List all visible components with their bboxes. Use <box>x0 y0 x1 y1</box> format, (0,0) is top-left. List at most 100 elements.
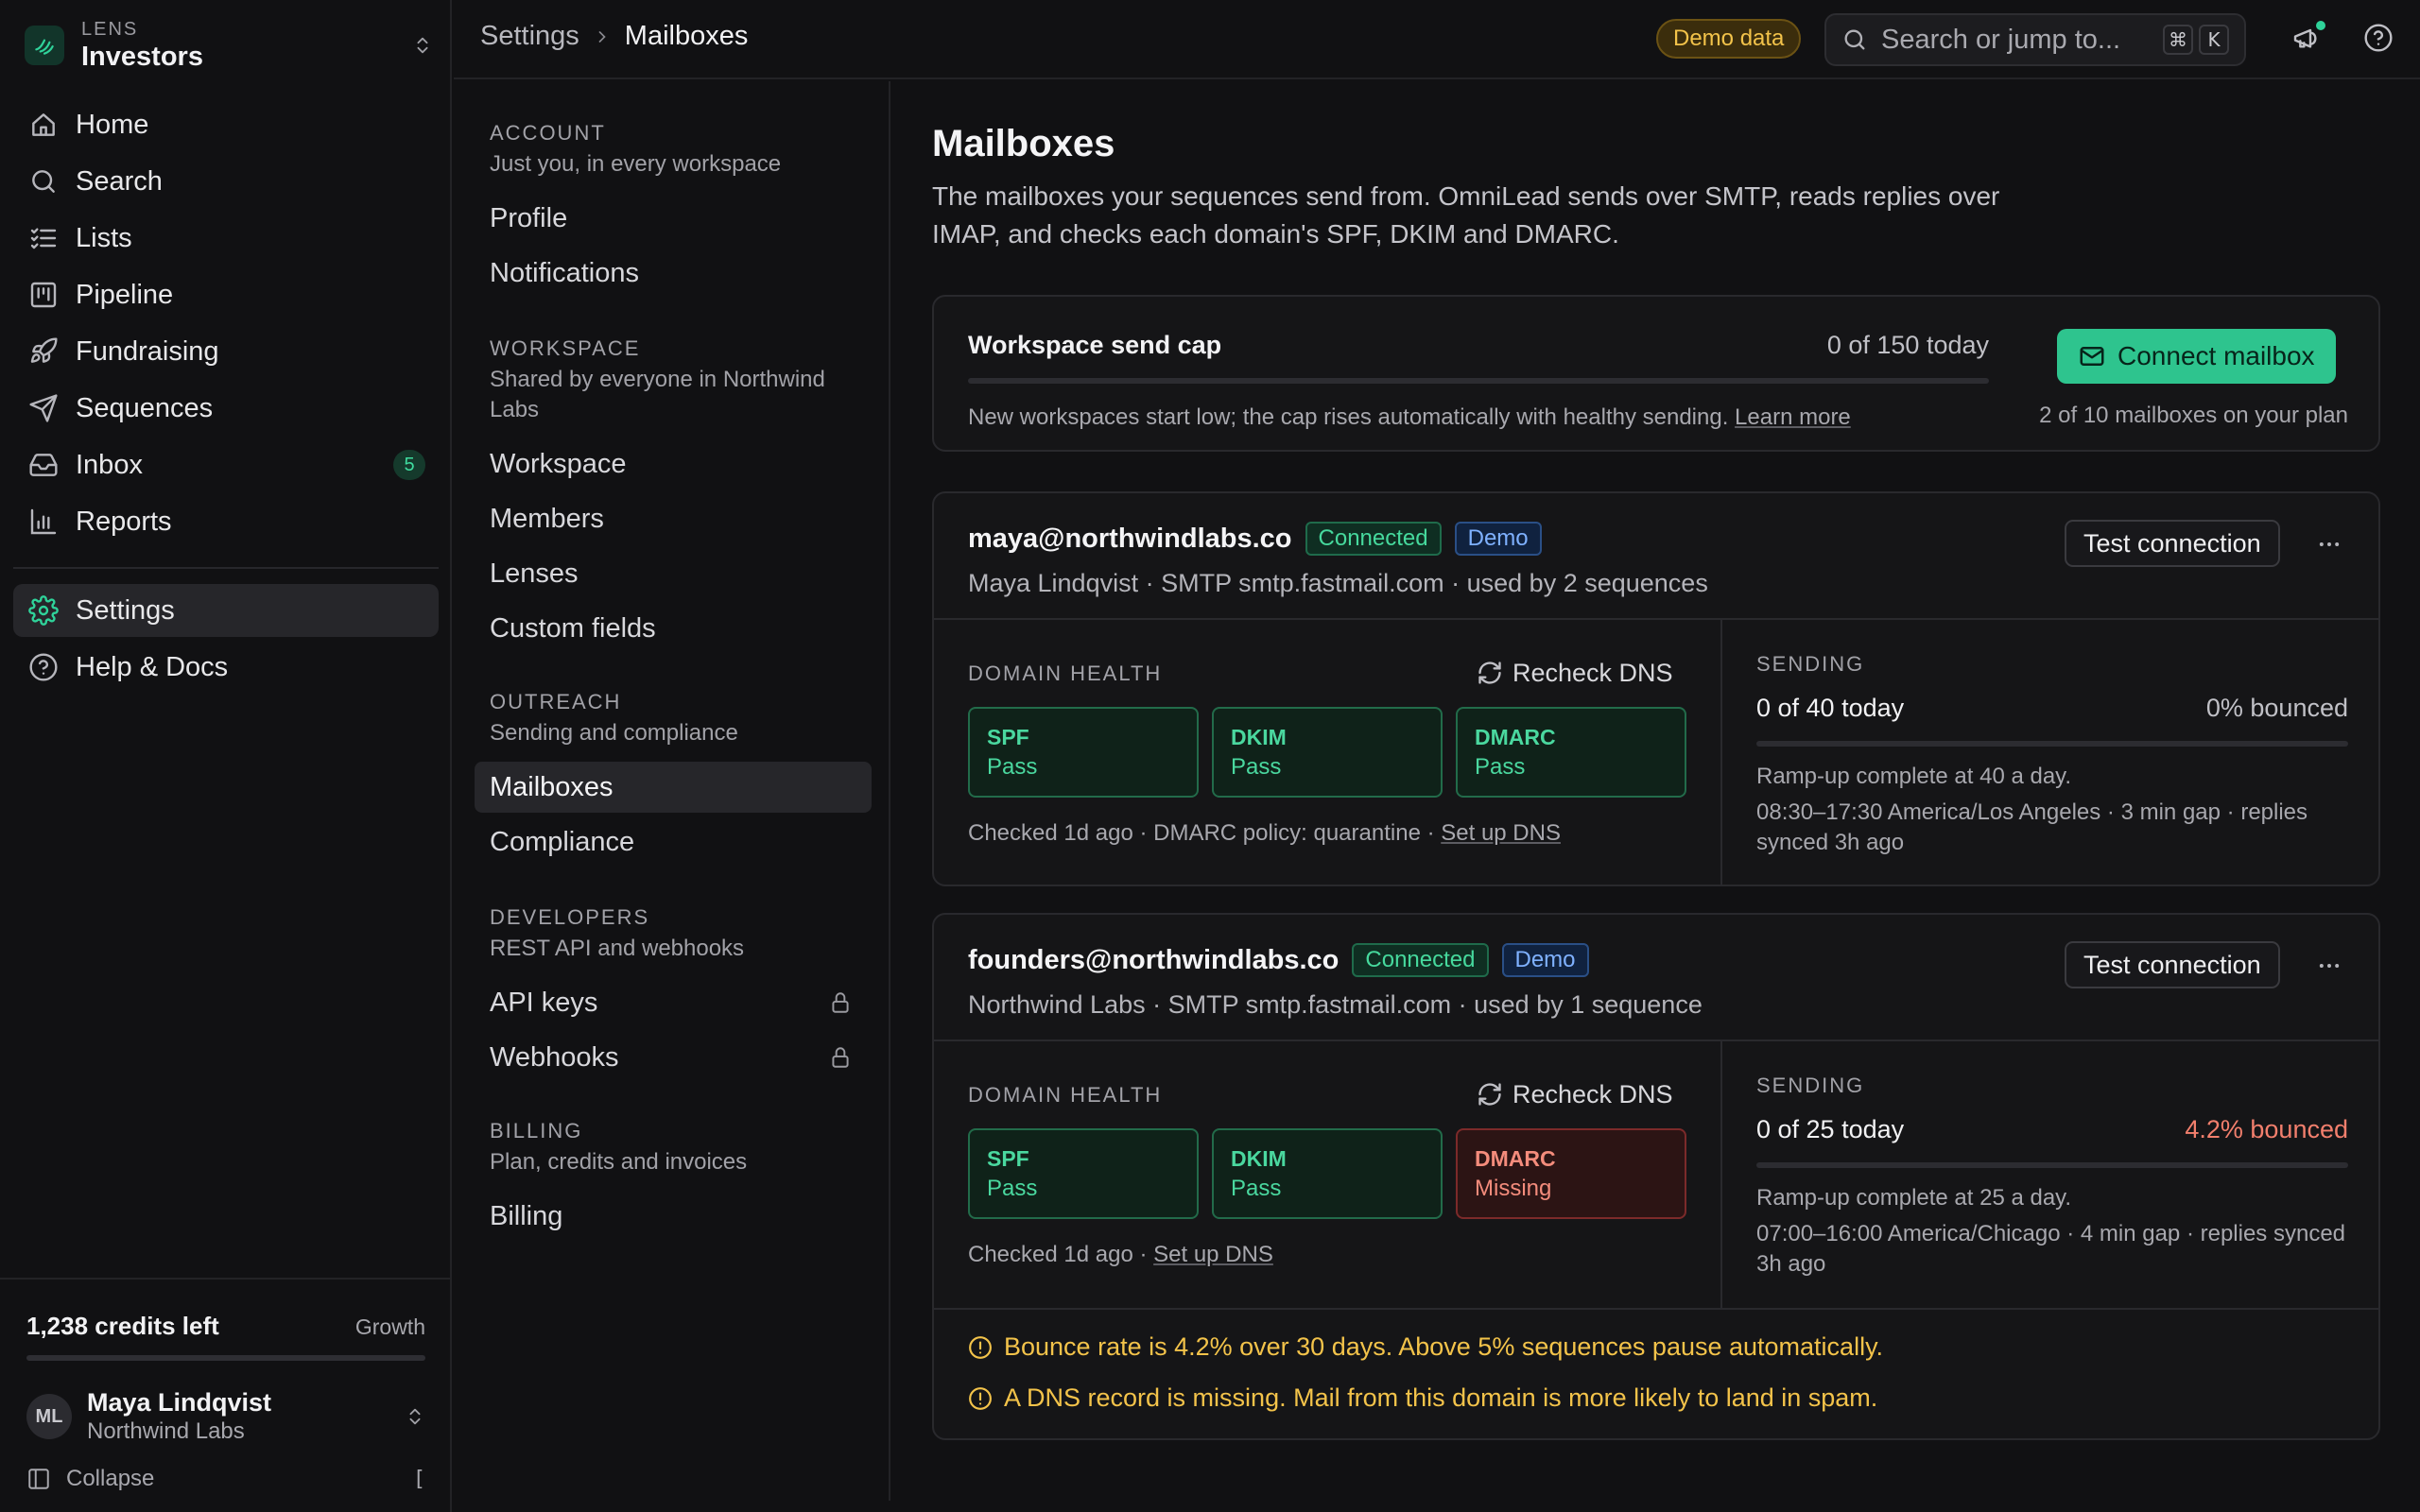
bounce-rate: 4.2% bounced <box>2185 1115 2348 1143</box>
dns-check-spf: SPF Pass <box>968 707 1199 798</box>
user-name: Maya Lindqvist <box>87 1388 272 1417</box>
dns-check-dmarc: DMARC Missing <box>1456 1128 1686 1219</box>
demo-badge: Demo <box>1454 522 1542 556</box>
chevron-up-down-icon <box>417 37 428 54</box>
nav-item-label: Help & Docs <box>76 651 229 682</box>
dns-record-status: Pass <box>987 1176 1038 1201</box>
nav-item-label: Search <box>76 165 163 197</box>
credits-progress-bar <box>26 1355 425 1361</box>
dns-record-status: Missing <box>1475 1176 1552 1201</box>
mailbox-body: DOMAIN HEALTH Recheck DNS SPF Pass DKIM … <box>934 1041 2378 1308</box>
recheck-dns-button[interactable]: Recheck DNS <box>1477 654 1673 692</box>
more-options-button[interactable] <box>2310 949 2348 983</box>
announcements-button[interactable] <box>2291 21 2325 57</box>
nav-item-label: Reports <box>76 506 172 537</box>
demo-badge: Demo <box>1501 943 1589 977</box>
settings-item-api-keys[interactable]: API keys <box>475 977 872 1028</box>
avatar: ML <box>26 1394 72 1439</box>
list-icon <box>30 228 57 249</box>
recheck-dns-label: Recheck DNS <box>1512 658 1673 687</box>
learn-more-link[interactable]: Learn more <box>1735 404 1851 430</box>
settings-group-sub: Plan, credits and invoices <box>490 1149 748 1175</box>
workspace-name: Investors <box>81 42 203 72</box>
workspace-switcher[interactable]: LENS Investors <box>25 13 433 77</box>
nav-item-sequences[interactable]: Sequences <box>13 382 439 435</box>
home-icon <box>32 113 55 136</box>
lens-logo-icon <box>25 26 64 65</box>
nav-item-label: Settings <box>76 594 175 626</box>
more-options-button[interactable] <box>2310 527 2348 561</box>
user-org: Northwind Labs <box>87 1418 245 1444</box>
settings-nav: ACCOUNT Just you, in every workspace Pro… <box>454 81 890 1501</box>
user-menu[interactable]: ML Maya Lindqvist Northwind Labs <box>26 1383 425 1450</box>
settings-group-account: ACCOUNT <box>490 121 606 145</box>
search-placeholder: Search or jump to... <box>1881 24 2121 55</box>
collapse-sidebar-button[interactable]: Collapse [ <box>26 1463 425 1495</box>
shortcut-key: ⌘ <box>2163 25 2193 55</box>
mailbox-header: maya@northwindlabs.co Connected Demo May… <box>934 493 2378 620</box>
settings-group-sub: REST API and webhooks <box>490 936 745 961</box>
settings-item-billing[interactable]: Billing <box>475 1191 872 1242</box>
settings-group-workspace: WORKSPACE <box>490 336 641 360</box>
settings-item-profile[interactable]: Profile <box>475 193 872 244</box>
search-icon <box>1844 29 1865 50</box>
settings-item-mailboxes[interactable]: Mailboxes <box>475 762 872 813</box>
nav-item-pipeline[interactable]: Pipeline <box>13 268 439 321</box>
test-connection-button[interactable]: Test connection <box>2065 520 2280 567</box>
breadcrumb-settings[interactable]: Settings <box>480 21 579 52</box>
settings-item-workspace[interactable]: Workspace <box>475 438 872 490</box>
connect-mailbox-button[interactable]: Connect mailbox <box>2057 329 2336 384</box>
dns-record-name: DMARC <box>1475 1146 1556 1171</box>
set-up-dns-link[interactable]: Set up DNS <box>1441 820 1561 846</box>
shortcut-key: K <box>2199 25 2229 55</box>
page-title: Mailboxes <box>932 123 1115 164</box>
send-cap-count: 0 of 150 today <box>1826 331 1989 359</box>
settings-item-label: Mailboxes <box>490 771 614 802</box>
settings-item-label: API keys <box>490 987 598 1018</box>
nav-item-help-docs[interactable]: Help & Docs <box>13 641 439 694</box>
page-description: The mailboxes your sequences send from. … <box>932 181 2000 249</box>
search-input[interactable]: Search or jump to... ⌘ K <box>1824 13 2246 66</box>
demo-data-badge[interactable]: Demo data <box>1656 19 1802 59</box>
recheck-dns-button[interactable]: Recheck DNS <box>1477 1075 1673 1113</box>
settings-item-members[interactable]: Members <box>475 493 872 544</box>
nav-item-settings[interactable]: Settings <box>13 584 439 637</box>
nav-item-lists[interactable]: Lists <box>13 212 439 265</box>
domain-health-title: DOMAIN HEALTH <box>968 1083 1163 1107</box>
settings-item-notifications[interactable]: Notifications <box>475 248 872 299</box>
breadcrumb: Settings Mailboxes <box>480 21 748 52</box>
nav-item-reports[interactable]: Reports <box>13 495 439 548</box>
settings-item-label: Workspace <box>490 448 627 479</box>
settings-item-compliance[interactable]: Compliance <box>475 816 872 868</box>
send-cap-title: Workspace send cap <box>968 331 1222 359</box>
mailbox-alerts: Bounce rate is 4.2% over 30 days. Above … <box>934 1308 2378 1440</box>
settings-item-label: Lenses <box>490 558 579 589</box>
credits-left: 1,238 credits left <box>26 1312 219 1340</box>
test-connection-button[interactable]: Test connection <box>2065 941 2280 988</box>
send-icon <box>29 394 58 422</box>
settings-item-lenses[interactable]: Lenses <box>475 548 872 599</box>
top-bar: Settings Mailboxes Demo data Search or j… <box>454 0 2420 79</box>
nav-item-fundraising[interactable]: Fundraising <box>13 325 439 378</box>
alert-circle-icon <box>969 1386 992 1410</box>
alert-circle-icon <box>969 1335 992 1359</box>
more-horizontal-icon <box>2319 542 2340 546</box>
send-progress-bar <box>1756 1162 2348 1168</box>
mailbox-email: founders@northwindlabs.co <box>968 944 1340 975</box>
dns-record-status: Pass <box>1475 754 1526 780</box>
nav-item-inbox[interactable]: Inbox 5 <box>13 438 439 491</box>
help-circle-icon <box>2364 24 2393 52</box>
mailbox-plan-usage: 2 of 10 mailboxes on your plan <box>2039 403 2348 428</box>
send-schedule: 07:00–16:00 America/Chicago · 4 min gap … <box>1756 1221 2346 1277</box>
nav-item-label: Inbox <box>76 449 143 480</box>
nav-item-home[interactable]: Home <box>13 98 439 151</box>
help-circle-icon <box>29 653 58 681</box>
set-up-dns-link[interactable]: Set up DNS <box>1153 1242 1273 1267</box>
dns-record-status: Pass <box>987 754 1038 780</box>
settings-item-webhooks[interactable]: Webhooks <box>475 1032 872 1083</box>
help-button[interactable] <box>2363 23 2397 57</box>
nav-item-label: Sequences <box>76 392 214 423</box>
dns-checked-note: Checked 1d ago · DMARC policy: quarantin… <box>968 820 1561 847</box>
settings-item-custom-fields[interactable]: Custom fields <box>475 603 872 654</box>
nav-item-search[interactable]: Search <box>13 155 439 208</box>
